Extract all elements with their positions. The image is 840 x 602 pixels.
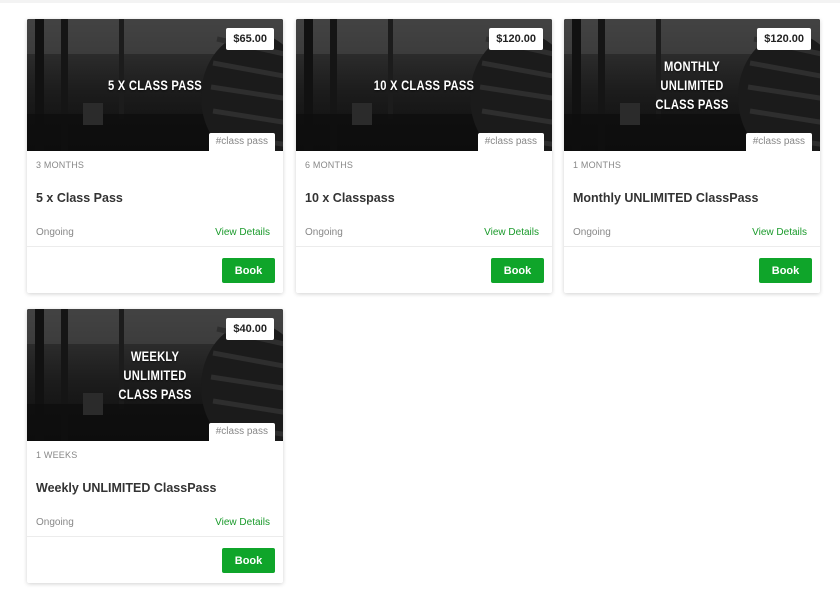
tag-badge[interactable]: #class pass bbox=[477, 133, 544, 151]
pass-duration: 1 WEEKS bbox=[36, 450, 78, 460]
pass-card: 5 X CLASS PASS $65.00 #class pass 3 MONT… bbox=[27, 19, 283, 293]
book-button[interactable]: Book bbox=[491, 258, 544, 283]
tag-badge[interactable]: #class pass bbox=[745, 133, 812, 151]
view-details-link[interactable]: View Details bbox=[215, 517, 270, 528]
pass-status: Ongoing bbox=[573, 227, 611, 238]
book-button[interactable]: Book bbox=[222, 258, 275, 283]
card-divider bbox=[296, 246, 552, 247]
view-details-link[interactable]: View Details bbox=[484, 227, 539, 238]
pass-card-image[interactable]: 10 X CLASS PASS $120.00 #class pass bbox=[296, 19, 552, 151]
pass-card-image[interactable]: 5 X CLASS PASS $65.00 #class pass bbox=[27, 19, 283, 151]
price-badge: $120.00 bbox=[757, 28, 811, 50]
price-badge: $120.00 bbox=[489, 28, 543, 50]
pass-card: 10 X CLASS PASS $120.00 #class pass 6 MO… bbox=[296, 19, 552, 293]
pass-card: WEEKLY UNLIMITED CLASS PASS $40.00 #clas… bbox=[27, 309, 283, 583]
card-divider bbox=[564, 246, 820, 247]
pass-name[interactable]: Weekly UNLIMITED ClassPass bbox=[36, 481, 216, 495]
pass-duration: 1 MONTHS bbox=[573, 160, 622, 170]
price-badge: $40.00 bbox=[226, 318, 274, 340]
tag-badge[interactable]: #class pass bbox=[208, 423, 275, 441]
card-divider bbox=[27, 246, 283, 247]
pass-card-image[interactable]: WEEKLY UNLIMITED CLASS PASS $40.00 #clas… bbox=[27, 309, 283, 441]
price-badge: $65.00 bbox=[226, 28, 274, 50]
tag-badge[interactable]: #class pass bbox=[208, 133, 275, 151]
pass-duration: 3 MONTHS bbox=[36, 160, 85, 170]
pass-duration: 6 MONTHS bbox=[305, 160, 354, 170]
top-divider bbox=[0, 0, 840, 3]
pass-status: Ongoing bbox=[36, 227, 74, 238]
pass-card-image[interactable]: MONTHLY UNLIMITED CLASS PASS $120.00 #cl… bbox=[564, 19, 820, 151]
pass-card: MONTHLY UNLIMITED CLASS PASS $120.00 #cl… bbox=[564, 19, 820, 293]
pass-name[interactable]: 5 x Class Pass bbox=[36, 191, 123, 205]
view-details-link[interactable]: View Details bbox=[752, 227, 807, 238]
book-button[interactable]: Book bbox=[759, 258, 812, 283]
pass-status: Ongoing bbox=[36, 517, 74, 528]
card-divider bbox=[27, 536, 283, 537]
view-details-link[interactable]: View Details bbox=[215, 227, 270, 238]
pass-status: Ongoing bbox=[305, 227, 343, 238]
book-button[interactable]: Book bbox=[222, 548, 275, 573]
pass-name[interactable]: Monthly UNLIMITED ClassPass bbox=[573, 191, 758, 205]
pass-name[interactable]: 10 x Classpass bbox=[305, 191, 395, 205]
